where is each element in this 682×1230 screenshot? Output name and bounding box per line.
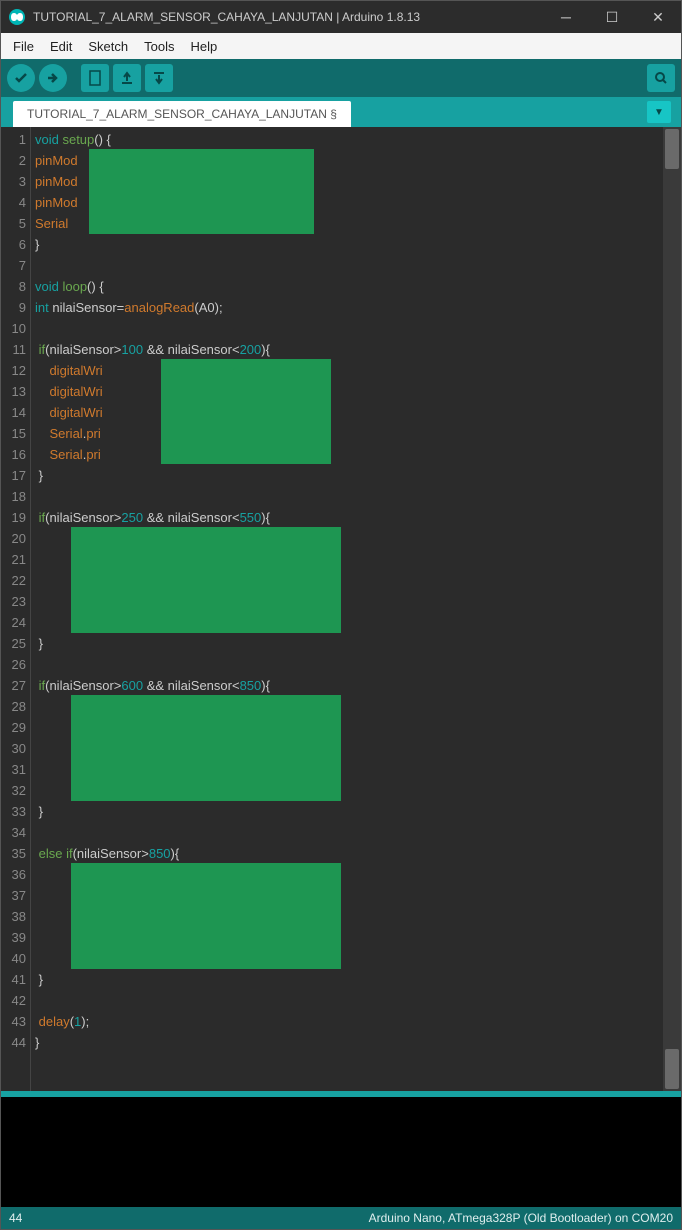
code-line: } (35, 1032, 681, 1053)
redaction-block (89, 149, 314, 234)
redaction-block (71, 695, 341, 801)
code-line: if(nilaiSensor>600 && nilaiSensor<850){ (35, 675, 681, 696)
code-line: int nilaiSensor=analogRead(A0); (35, 297, 681, 318)
code-line: delay(1); (35, 1011, 681, 1032)
code-line: void loop() { (35, 276, 681, 297)
code-line: if(nilaiSensor>100 && nilaiSensor<200){ (35, 339, 681, 360)
code-line (35, 822, 681, 843)
code-line: } (35, 633, 681, 654)
serial-monitor-button[interactable] (647, 64, 675, 92)
status-line-number: 44 (9, 1211, 22, 1225)
code-line (35, 990, 681, 1011)
window-controls: ─ ☐ ✕ (543, 1, 681, 33)
scroll-thumb-bottom[interactable] (665, 1049, 679, 1089)
status-board-info: Arduino Nano, ATmega328P (Old Bootloader… (369, 1211, 673, 1225)
scrollbar[interactable] (663, 127, 681, 1091)
menu-file[interactable]: File (5, 35, 42, 58)
redaction-block (161, 359, 331, 464)
menu-edit[interactable]: Edit (42, 35, 80, 58)
code-line (35, 255, 681, 276)
code-line: Serial.pri (35, 444, 681, 465)
code-line: } (35, 465, 681, 486)
code-area[interactable]: void setup() {pinModpinModpinModSerial}v… (31, 127, 681, 1091)
code-line: Serial.pri ); (35, 423, 681, 444)
code-line: else if(nilaiSensor>850){ (35, 843, 681, 864)
code-line: digitalWri (35, 381, 681, 402)
upload-button[interactable] (39, 64, 67, 92)
menu-sketch[interactable]: Sketch (80, 35, 136, 58)
window-title: TUTORIAL_7_ALARM_SENSOR_CAHAYA_LANJUTAN … (33, 10, 543, 24)
code-line: if(nilaiSensor>250 && nilaiSensor<550){ (35, 507, 681, 528)
code-line (35, 486, 681, 507)
sketch-tab[interactable]: TUTORIAL_7_ALARM_SENSOR_CAHAYA_LANJUTAN … (13, 101, 351, 127)
toolbar (1, 59, 681, 97)
open-button[interactable] (113, 64, 141, 92)
menu-tools[interactable]: Tools (136, 35, 182, 58)
tab-menu-button[interactable]: ▼ (647, 101, 671, 123)
code-line: } (35, 234, 681, 255)
code-line: } (35, 969, 681, 990)
new-button[interactable] (81, 64, 109, 92)
code-line: digitalWri (35, 402, 681, 423)
code-line: } (35, 801, 681, 822)
line-gutter: 1234567891011121314151617181920212223242… (1, 127, 31, 1091)
statusbar: 44 Arduino Nano, ATmega328P (Old Bootloa… (1, 1207, 681, 1229)
tabbar: TUTORIAL_7_ALARM_SENSOR_CAHAYA_LANJUTAN … (1, 97, 681, 127)
redaction-block (71, 527, 341, 633)
code-line: digitalWri (35, 360, 681, 381)
editor: 1234567891011121314151617181920212223242… (1, 127, 681, 1091)
save-button[interactable] (145, 64, 173, 92)
minimize-button[interactable]: ─ (543, 1, 589, 33)
titlebar: TUTORIAL_7_ALARM_SENSOR_CAHAYA_LANJUTAN … (1, 1, 681, 33)
arduino-logo-icon (9, 9, 25, 25)
code-line (35, 318, 681, 339)
maximize-button[interactable]: ☐ (589, 1, 635, 33)
close-button[interactable]: ✕ (635, 1, 681, 33)
scroll-thumb-top[interactable] (665, 129, 679, 169)
code-line (35, 654, 681, 675)
redaction-block (71, 863, 341, 969)
code-line: void setup() { (35, 129, 681, 150)
menu-help[interactable]: Help (182, 35, 225, 58)
verify-button[interactable] (7, 64, 35, 92)
menubar: File Edit Sketch Tools Help (1, 33, 681, 59)
console-output (1, 1097, 681, 1207)
